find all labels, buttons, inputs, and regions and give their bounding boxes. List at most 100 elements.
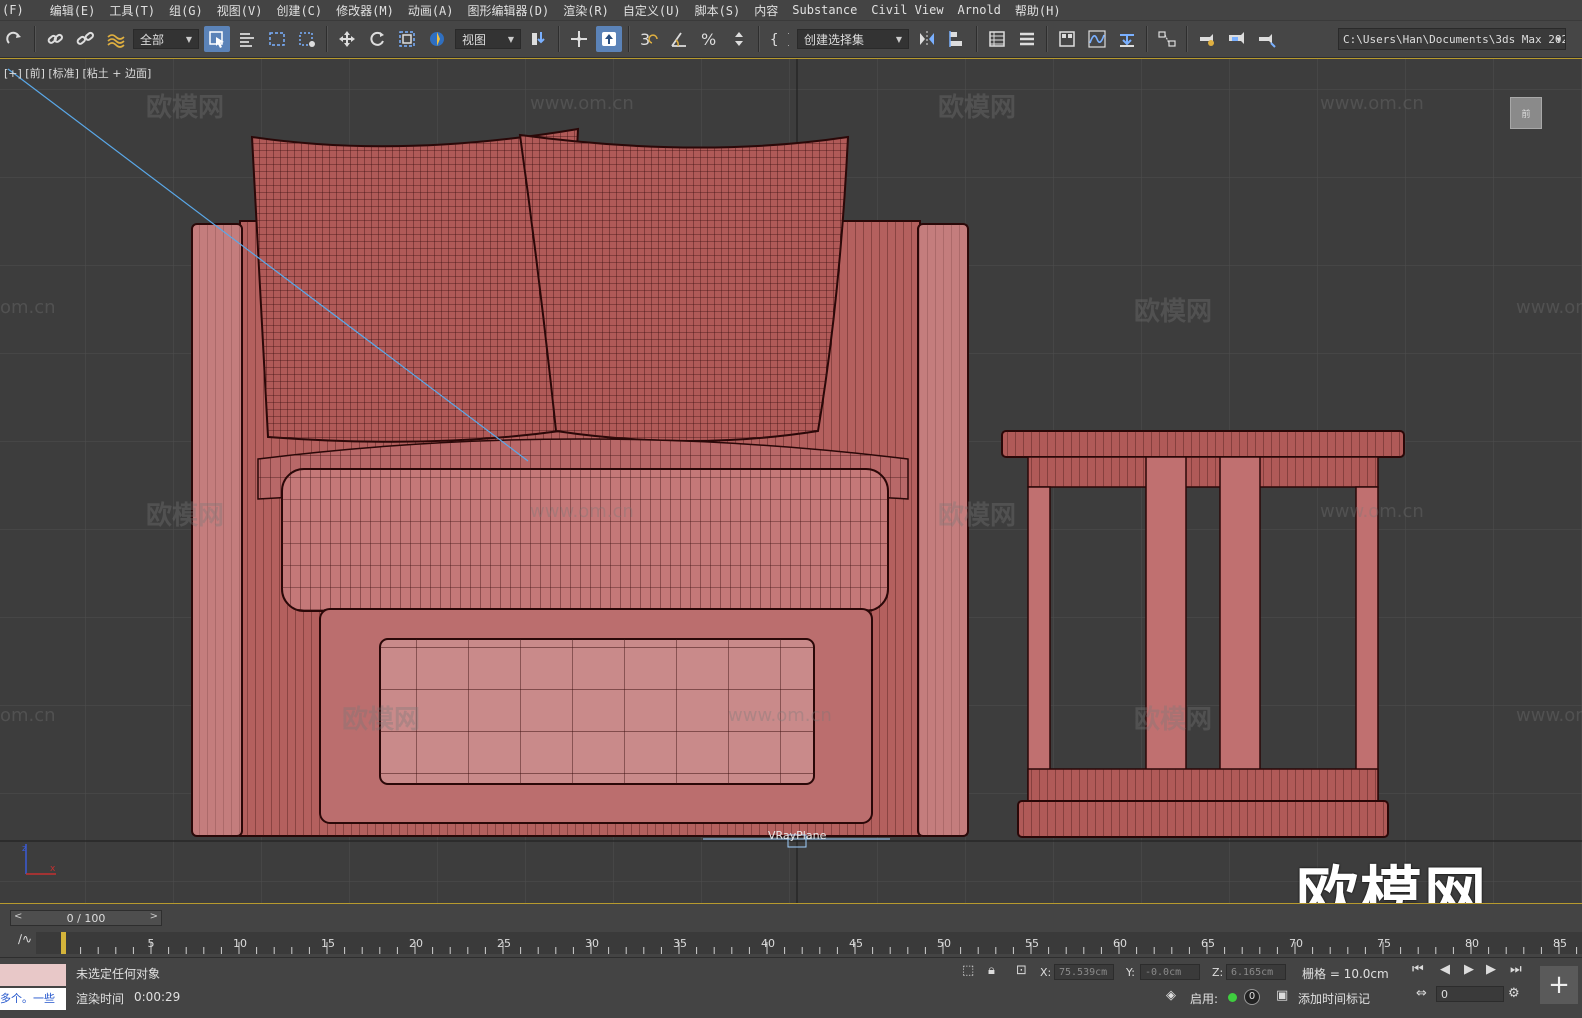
named-selection-dropdown[interactable]: 创建选择集 ▼ — [797, 29, 909, 49]
maxscript-mini-listener[interactable]: 多个。一些 — [0, 964, 66, 1012]
link-icon[interactable] — [42, 26, 68, 52]
manipulate-icon[interactable] — [566, 26, 592, 52]
menu-edit[interactable]: 编辑(E) — [50, 2, 110, 19]
bind-spacewarp-icon[interactable] — [102, 26, 128, 52]
enabled-count: 0 — [1244, 989, 1260, 1005]
mirror-icon[interactable] — [914, 26, 940, 52]
ruler-label: 55 — [1025, 937, 1039, 950]
ribbon-icon[interactable] — [1054, 26, 1080, 52]
y-label: Y: — [1126, 966, 1135, 979]
absolute-mode-icon[interactable]: ⊡ — [1016, 963, 1027, 978]
x-coordinate-field[interactable]: 75.539cm — [1054, 964, 1114, 980]
watermark: 欧模网 — [342, 705, 421, 735]
key-mode-icon[interactable]: ⇔ — [1416, 986, 1427, 1001]
curve-editor-mini-icon[interactable]: ∕∿ — [18, 932, 32, 946]
chevron-down-icon: ▼ — [1556, 34, 1561, 44]
reference-coordinate-dropdown[interactable]: 视图 ▼ — [455, 29, 521, 49]
menu-animation[interactable]: 动画(A) — [408, 2, 468, 19]
listener-output[interactable]: 多个。一些 — [0, 988, 66, 1010]
schematic-view-icon[interactable] — [1154, 26, 1180, 52]
menu-create[interactable]: 创建(C) — [276, 2, 336, 19]
toolbar-separator — [758, 26, 760, 52]
adaptive-degradation-icon[interactable]: ◈ — [1166, 988, 1176, 1003]
viewport-label[interactable]: [+] [前] [标准] [粘土 + 边面] — [4, 65, 151, 81]
select-by-name-icon[interactable] — [234, 26, 260, 52]
z-coordinate-field[interactable]: 6.165cm — [1226, 964, 1286, 980]
keyboard-shortcut-icon[interactable] — [596, 26, 622, 52]
listener-input[interactable] — [0, 964, 66, 986]
add-time-tag[interactable]: 添加时间标记 — [1298, 990, 1370, 1007]
render-production-icon[interactable] — [1254, 26, 1280, 52]
menu-rendering[interactable]: 渲染(R) — [563, 2, 623, 19]
scale-icon[interactable] — [394, 26, 420, 52]
lock-icon[interactable]: 🔒︎ — [988, 963, 995, 978]
time-tag-icon[interactable]: ▣ — [1276, 988, 1288, 1003]
current-frame-field[interactable]: 0 — [1436, 986, 1504, 1002]
play-icon[interactable]: ▶︎ — [1464, 962, 1474, 977]
toolbar-separator — [628, 26, 630, 52]
ruler-label: 85 — [1553, 937, 1567, 950]
time-slider-value: 0 / 100 — [66, 911, 106, 925]
window-crossing-icon[interactable] — [294, 26, 320, 52]
watermark-url: www.om.cn — [728, 705, 832, 726]
select-object-icon[interactable] — [204, 26, 230, 52]
menu-civil-view[interactable]: Civil View — [871, 3, 957, 17]
menu-customize[interactable]: 自定义(U) — [623, 2, 695, 19]
previous-frame-icon[interactable]: ◀︎ — [1440, 962, 1450, 977]
menu-file[interactable]: (F) — [0, 3, 50, 17]
menu-group[interactable]: 组(G) — [169, 2, 217, 19]
viewcube[interactable]: 前 — [1510, 97, 1542, 129]
menu-modifiers[interactable]: 修改器(M) — [336, 2, 408, 19]
go-to-end-icon[interactable]: ⏭︎ — [1510, 962, 1522, 977]
placement-icon[interactable] — [424, 26, 450, 52]
svg-text:x: x — [50, 864, 56, 874]
time-config-icon[interactable]: ⚙︎ — [1508, 986, 1520, 1001]
rotate-icon[interactable] — [364, 26, 390, 52]
ruler-label: 30 — [585, 937, 599, 950]
watermark-url: om.cn — [0, 705, 56, 726]
chevron-right-icon[interactable]: > — [150, 911, 158, 922]
edit-named-selection-icon[interactable]: { } — [766, 26, 792, 52]
render-setup-icon[interactable] — [1194, 26, 1220, 52]
rect-region-icon[interactable] — [264, 26, 290, 52]
chevron-left-icon[interactable]: < — [14, 911, 22, 922]
next-frame-icon[interactable]: ▶︎ — [1486, 962, 1496, 977]
ruler-label: 70 — [1289, 937, 1303, 950]
percent-snap-icon[interactable]: % — [696, 26, 722, 52]
project-path-dropdown[interactable]: C:\Users\Han\Documents\3ds Max 2022 ▼ — [1338, 28, 1566, 50]
menu-graph-editors[interactable]: 图形编辑器(D) — [468, 2, 564, 19]
time-ruler[interactable]: 5 10 15 20 25 30 35 40 45 50 55 60 65 70… — [36, 932, 1582, 954]
move-icon[interactable] — [334, 26, 360, 52]
menu-scripting[interactable]: 脚本(S) — [695, 2, 755, 19]
add-viewport-button[interactable]: + — [1540, 966, 1578, 1004]
scene-explorer-icon[interactable] — [984, 26, 1010, 52]
dope-sheet-icon[interactable] — [1114, 26, 1140, 52]
go-to-start-icon[interactable]: ⏮︎ — [1412, 962, 1424, 977]
watermark-url: om.cn — [0, 297, 56, 318]
menu-arnold[interactable]: Arnold — [958, 3, 1015, 17]
menu-tools[interactable]: 工具(T) — [109, 2, 169, 19]
redo-icon[interactable] — [2, 26, 28, 52]
snap-3d-icon[interactable]: 3 — [636, 26, 662, 52]
menu-substance[interactable]: Substance — [792, 3, 871, 17]
angle-snap-icon[interactable] — [666, 26, 692, 52]
menu-views[interactable]: 视图(V) — [217, 2, 277, 19]
rendered-frame-icon[interactable] — [1224, 26, 1250, 52]
isolate-selection-icon[interactable]: ⬚ — [962, 963, 974, 978]
big-watermark: 欧模网 — [1296, 859, 1489, 904]
pivot-icon[interactable] — [526, 26, 552, 52]
svg-text:{ }: { } — [770, 32, 789, 48]
align-icon[interactable] — [944, 26, 970, 52]
menu-content[interactable]: 内容 — [754, 2, 792, 19]
curve-editor-icon[interactable] — [1084, 26, 1110, 52]
menu-help[interactable]: 帮助(H) — [1015, 2, 1075, 19]
front-viewport[interactable]: z x [+] [前] [标准] [粘土 + 边面] 欧模网 www.om.cn… — [0, 58, 1582, 904]
time-slider[interactable]: < 0 / 100 > — [10, 910, 162, 926]
toolbar-separator — [1186, 26, 1188, 52]
selection-filter-dropdown[interactable]: 全部 ▼ — [133, 29, 199, 49]
y-coordinate-field[interactable]: -0.0cm — [1140, 964, 1200, 980]
layer-explorer-icon[interactable] — [1014, 26, 1040, 52]
ruler-label: 80 — [1465, 937, 1479, 950]
unlink-icon[interactable] — [72, 26, 98, 52]
spinner-snap-icon[interactable] — [726, 26, 752, 52]
